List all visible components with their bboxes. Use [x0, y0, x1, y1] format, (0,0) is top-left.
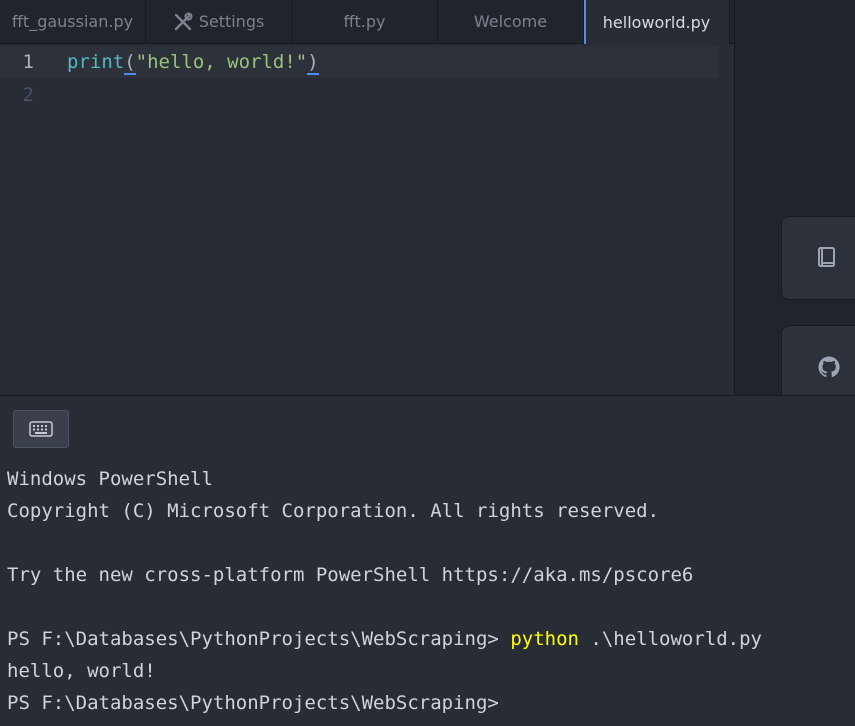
tab-fft[interactable]: fft.py — [292, 0, 438, 44]
code-line[interactable]: 1 print("hello, world!") — [0, 46, 718, 78]
code-editor[interactable]: 1 print("hello, world!") 2 — [0, 44, 734, 395]
code-content: print("hello, world!") — [67, 46, 319, 78]
tab-settings[interactable]: Settings — [146, 0, 292, 44]
book-button[interactable] — [781, 216, 855, 300]
tab-label: fft.py — [343, 12, 386, 31]
book-icon — [818, 247, 835, 267]
tab-label: helloworld.py — [602, 12, 711, 32]
settings-tools-icon — [174, 12, 193, 30]
keyboard-button[interactable] — [13, 410, 69, 448]
terminal-prompt[interactable]: PS F:\Databases\PythonProjects\WebScrapi… — [7, 687, 762, 719]
terminal-args: .\helloworld.py — [578, 628, 762, 650]
tab-label: fft_gaussian.py — [11, 12, 134, 31]
code-open-paren: ( — [124, 51, 136, 75]
editor-window: fft_gaussian.py Settings fft.py Welcome … — [0, 0, 855, 726]
terminal-command-line: PS F:\Databases\PythonProjects\WebScrapi… — [7, 623, 762, 655]
tab-label: Welcome — [473, 12, 548, 31]
tab-helloworld[interactable]: helloworld.py — [584, 0, 730, 44]
code-line[interactable]: 2 — [0, 79, 718, 111]
terminal-command: python — [510, 628, 579, 650]
tab-bar: fft_gaussian.py Settings fft.py Welcome … — [0, 0, 734, 44]
terminal-line: Windows PowerShell — [7, 468, 213, 490]
tab-welcome[interactable]: Welcome — [438, 0, 584, 44]
right-dock — [734, 0, 855, 409]
terminal-line: Try the new cross-platform PowerShell ht… — [7, 564, 694, 586]
terminal-line: hello, world! — [7, 660, 156, 682]
github-icon — [818, 356, 840, 378]
terminal-output: Windows PowerShell Copyright (C) Microso… — [7, 463, 762, 719]
code-string: "hello, world!" — [135, 51, 308, 73]
terminal-line: Copyright (C) Microsoft Corporation. All… — [7, 500, 660, 522]
terminal-panel[interactable]: Windows PowerShell Copyright (C) Microso… — [0, 395, 855, 726]
terminal-prompt: PS F:\Databases\PythonProjects\WebScrapi… — [7, 628, 511, 650]
tab-label: Settings — [198, 12, 265, 31]
keyboard-icon — [29, 421, 53, 437]
line-number: 2 — [22, 84, 34, 106]
code-close-paren: ) — [307, 51, 319, 75]
code-function: print — [67, 51, 125, 73]
tab-fft-gaussian[interactable]: fft_gaussian.py — [0, 0, 146, 44]
line-number: 1 — [22, 51, 34, 73]
